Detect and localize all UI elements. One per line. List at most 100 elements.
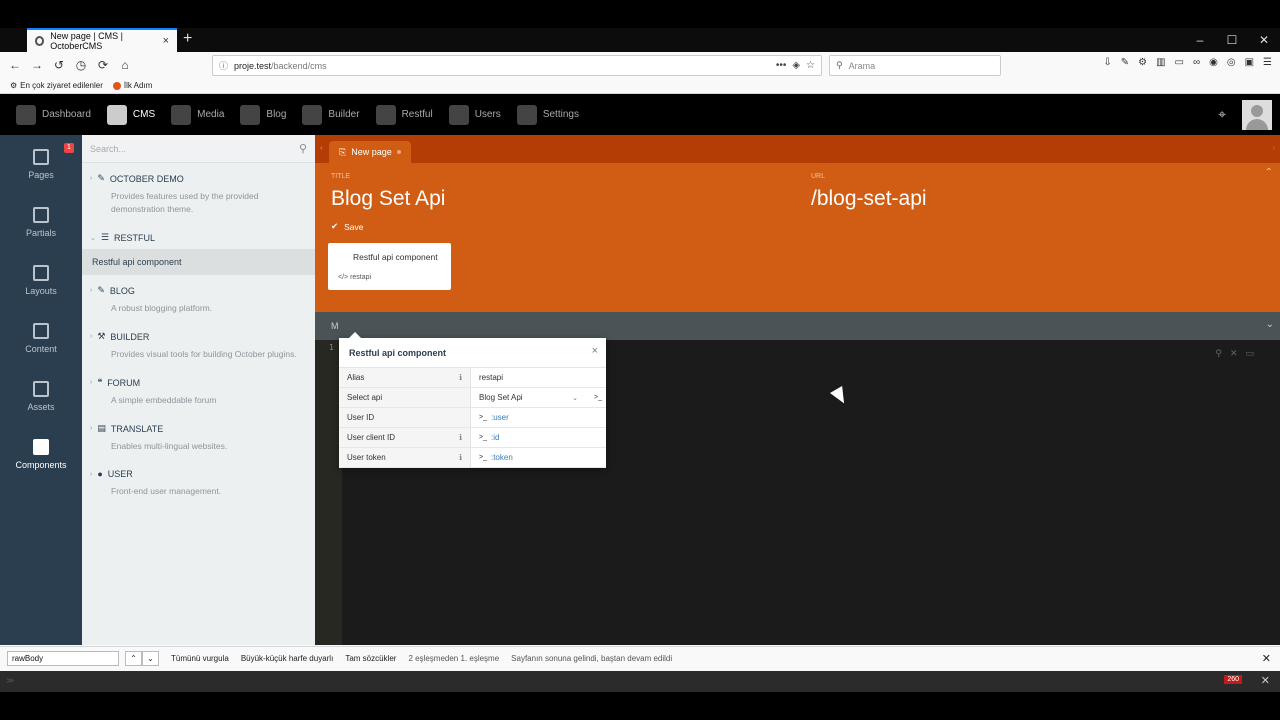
nav-restful[interactable]: Restful: [375, 104, 433, 125]
highlight-all-checkbox[interactable]: Tümünü vurgula: [171, 654, 229, 663]
nav-users[interactable]: Users: [448, 104, 501, 125]
tab-scroll-right-icon[interactable]: ›: [1272, 143, 1275, 152]
plugin-title: TRANSLATE: [110, 423, 164, 434]
fullscreen-icon[interactable]: ▭: [1245, 348, 1254, 359]
nav-builder[interactable]: Builder: [302, 104, 360, 125]
nav-cms[interactable]: CMS: [106, 104, 155, 125]
tab-new-page[interactable]: ⎘ New page: [329, 141, 411, 163]
whole-words-checkbox[interactable]: Tam sözcükler: [345, 654, 396, 663]
extension-icon[interactable]: ⚙: [1138, 57, 1147, 68]
sidebar-item-layouts[interactable]: Layouts: [0, 251, 82, 309]
cms-icon: [106, 104, 127, 125]
plugin-group[interactable]: › ⚒ BUILDER Provides visual tools for buil…: [82, 321, 315, 367]
bookmark-star-icon[interactable]: ☆: [806, 60, 815, 71]
more-actions-icon[interactable]: •••: [776, 60, 787, 71]
forward-icon[interactable]: →: [26, 58, 48, 72]
mask-icon[interactable]: ∞: [1193, 57, 1200, 68]
browser-tab-active[interactable]: New page | CMS | OctoberCMS ×: [27, 28, 177, 52]
search-input[interactable]: ⚲ Arama: [829, 55, 1001, 76]
addon-icon[interactable]: ◉: [1209, 57, 1218, 68]
markup-tab-label[interactable]: M: [331, 321, 339, 331]
tab-scroll-left-icon[interactable]: ‹: [320, 143, 323, 152]
close-icon[interactable]: ✕: [1262, 652, 1271, 665]
info-icon[interactable]: ℹ: [459, 433, 462, 442]
component-item[interactable]: Restful api component: [82, 249, 315, 275]
info-icon[interactable]: ℹ: [459, 373, 462, 382]
components-search-input[interactable]: Search... ⚲: [82, 135, 315, 163]
wrench-icon[interactable]: ✎: [1121, 57, 1129, 68]
plugin-group[interactable]: › ● USER Front-end user management.: [82, 459, 315, 504]
close-window-button[interactable]: ✕: [1248, 28, 1280, 52]
inspector-row-select-api: Select api Blog Set Api ⌄ >_: [339, 388, 606, 408]
find-next-button[interactable]: ⌄: [142, 651, 159, 666]
avatar[interactable]: [1242, 99, 1272, 130]
expand-icon[interactable]: ✕: [1230, 348, 1238, 359]
user-client-id-field[interactable]: >_:id: [471, 428, 606, 447]
url-field[interactable]: /blog-set-api: [811, 187, 927, 211]
page-icon: ⎘: [339, 146, 347, 157]
clock-icon[interactable]: ◷: [70, 58, 92, 72]
library-icon[interactable]: ▥: [1156, 57, 1165, 68]
user-id-field[interactable]: >_:user: [471, 408, 606, 427]
pocket-icon[interactable]: ◈: [792, 60, 800, 71]
nav-dashboard[interactable]: Dashboard: [16, 104, 91, 125]
sidebar-item-content[interactable]: Content: [0, 309, 82, 367]
inspector-row-user-client-id: User client ID ℹ >_:id: [339, 428, 606, 448]
shield-icon[interactable]: ◎: [1227, 57, 1236, 68]
user-token-field[interactable]: >_:token: [471, 448, 606, 467]
home-icon[interactable]: ⌂: [114, 58, 136, 72]
row-label: User ID: [347, 413, 375, 422]
reload-icon[interactable]: ⟳: [92, 58, 114, 72]
sidebar-item-assets[interactable]: Assets: [0, 367, 82, 425]
terminal-icon[interactable]: >_: [594, 394, 602, 401]
plugin-group[interactable]: ⌄ ☰ RESTFUL Restful api component: [82, 222, 315, 275]
plugin-group[interactable]: › ▤ TRANSLATE Enables multi-lingual websit…: [82, 413, 315, 459]
bookmark-first-step[interactable]: İlk Adım: [112, 81, 152, 90]
save-icon[interactable]: ▣: [1245, 57, 1254, 68]
component-card[interactable]: Restful api component </> restapi: [328, 243, 451, 290]
crosshair-icon[interactable]: ⌖: [1218, 106, 1226, 123]
minimize-button[interactable]: –: [1184, 28, 1216, 52]
url-bar[interactable]: ⓘ proje.test /backend/cms ••• ◈ ☆: [212, 55, 822, 76]
plugin-group[interactable]: › ✎ OCTOBER DEMO Provides features used by…: [82, 163, 315, 222]
find-previous-button[interactable]: ⌃: [125, 651, 142, 666]
tab-close-icon[interactable]: ×: [163, 35, 169, 47]
expand-console-icon[interactable]: ≫: [6, 676, 14, 685]
plugin-group[interactable]: › ❝ FORUM A simple embeddable forum: [82, 367, 315, 413]
sidebar-item-label: Content: [25, 343, 57, 354]
field-value: Blog Set Api: [479, 393, 523, 402]
search-icon[interactable]: ⚲: [1215, 348, 1222, 359]
title-field[interactable]: Blog Set Api: [331, 187, 445, 211]
sidebar-item-partials[interactable]: Partials: [0, 193, 82, 251]
info-icon[interactable]: ℹ: [459, 453, 462, 462]
nav-blog[interactable]: Blog: [240, 104, 286, 125]
download-icon[interactable]: ⇩: [1103, 57, 1111, 68]
menu-icon[interactable]: ☰: [1263, 57, 1272, 68]
close-icon[interactable]: ✕: [1261, 674, 1270, 687]
nav-settings[interactable]: Settings: [516, 104, 579, 125]
match-case-checkbox[interactable]: Büyük-küçük harfe duyarlı: [241, 654, 334, 663]
find-nav-buttons: ⌃ ⌄: [125, 651, 159, 666]
maximize-button[interactable]: ☐: [1216, 28, 1248, 52]
site-info-icon[interactable]: ⓘ: [219, 59, 228, 72]
save-button[interactable]: ✔ Save: [331, 221, 364, 232]
sidebar-item-pages[interactable]: Pages 1: [0, 135, 82, 193]
chevron-down-icon[interactable]: ⌄: [1266, 319, 1274, 330]
search-icon: ⚲: [836, 60, 843, 70]
sidebar-icon[interactable]: ▭: [1175, 57, 1184, 68]
nav-media[interactable]: Media: [171, 104, 224, 125]
plugin-title: OCTOBER DEMO: [109, 173, 184, 184]
new-tab-button[interactable]: +: [183, 28, 192, 52]
plugin-group[interactable]: › ✎ BLOG A robust blogging platform.: [82, 275, 315, 321]
history-icon[interactable]: ↺: [48, 58, 70, 72]
plugin-title: RESTFUL: [113, 232, 155, 243]
collapse-icon[interactable]: ⌃: [1265, 167, 1273, 178]
sidebar-item-components[interactable]: Components: [0, 425, 82, 483]
close-icon[interactable]: ×: [592, 345, 598, 357]
alias-field[interactable]: restapi: [471, 368, 606, 387]
bookmark-most-visited[interactable]: ⚙ En çok ziyaret edilenler: [10, 81, 103, 90]
caret-icon: ›: [90, 333, 93, 340]
select-api-dropdown[interactable]: Blog Set Api ⌄ >_: [471, 388, 606, 407]
find-input[interactable]: rawBody: [7, 651, 119, 666]
back-icon[interactable]: ←: [4, 58, 26, 72]
